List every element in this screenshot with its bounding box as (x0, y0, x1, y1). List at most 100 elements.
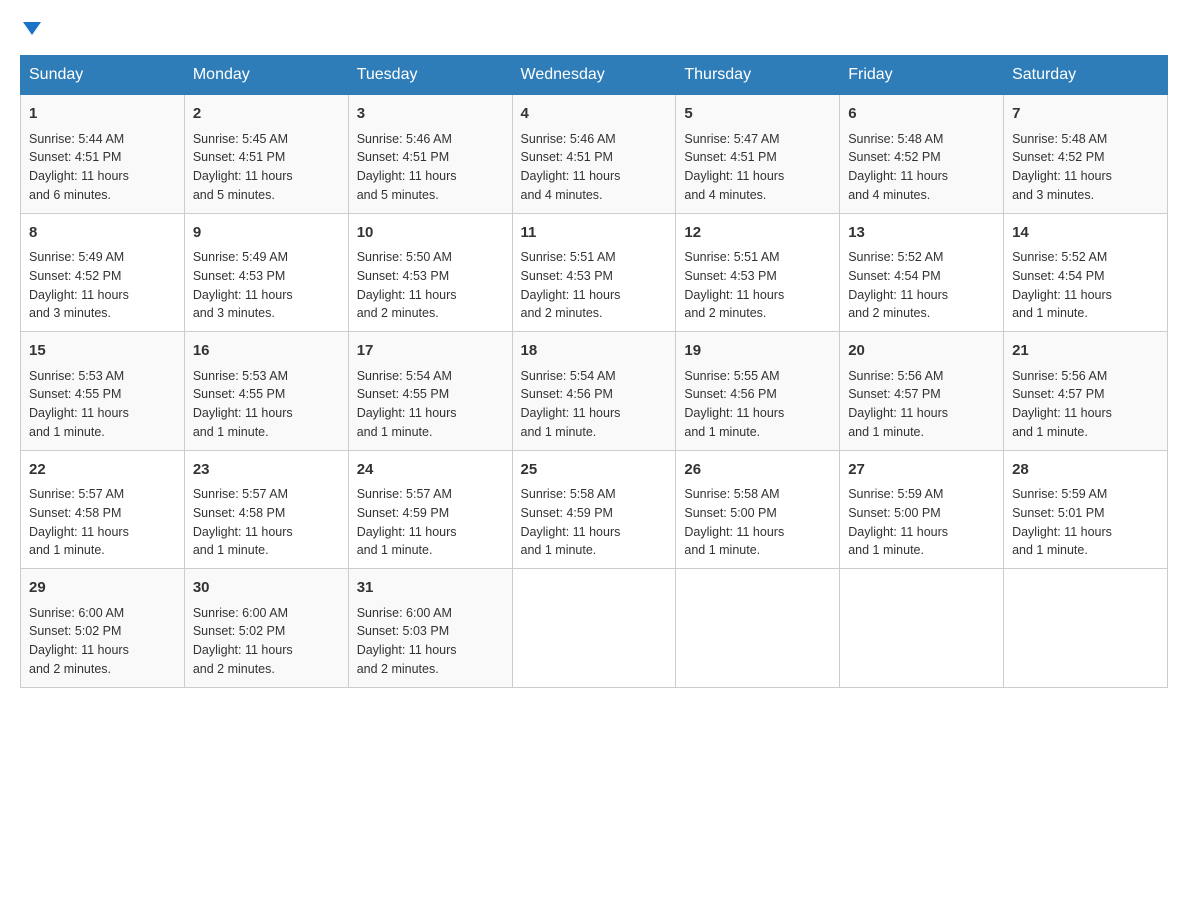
day-number: 22 (29, 459, 176, 482)
calendar-cell: 9Sunrise: 5:49 AMSunset: 4:53 PMDaylight… (184, 213, 348, 332)
week-row-2: 8Sunrise: 5:49 AMSunset: 4:52 PMDaylight… (21, 213, 1168, 332)
day-info: Sunrise: 5:55 AMSunset: 4:56 PMDaylight:… (684, 367, 831, 442)
day-info: Sunrise: 5:59 AMSunset: 5:00 PMDaylight:… (848, 485, 995, 560)
calendar-cell: 15Sunrise: 5:53 AMSunset: 4:55 PMDayligh… (21, 332, 185, 451)
calendar-cell: 29 Sunrise: 6:00 AMSunset: 5:02 PMDayligh… (21, 569, 185, 688)
calendar-header-row: SundayMondayTuesdayWednesdayThursdayFrid… (21, 56, 1168, 95)
calendar-cell (1004, 569, 1168, 688)
day-number: 30 (193, 577, 340, 600)
week-row-4: 22 Sunrise: 5:57 AMSunset: 4:58 PMDayligh… (21, 450, 1168, 569)
calendar-cell: 18 Sunrise: 5:54 AMSunset: 4:56 PMDayligh… (512, 332, 676, 451)
calendar-cell: 14 Sunrise: 5:52 AMSunset: 4:54 PMDayligh… (1004, 213, 1168, 332)
header-wednesday: Wednesday (512, 56, 676, 95)
day-number: 14 (1012, 222, 1159, 245)
calendar-cell: 2 Sunrise: 5:45 AMSunset: 4:51 PMDaylight… (184, 95, 348, 214)
header-tuesday: Tuesday (348, 56, 512, 95)
day-info: Sunrise: 5:46 AMSunset: 4:51 PMDaylight:… (521, 130, 668, 205)
day-number: 9 (193, 222, 340, 245)
day-number: 25 (521, 459, 668, 482)
day-info: Sunrise: 5:57 AMSunset: 4:58 PMDaylight:… (29, 485, 176, 560)
calendar-cell: 28 Sunrise: 5:59 AMSunset: 5:01 PMDayligh… (1004, 450, 1168, 569)
day-info: Sunrise: 5:52 AMSunset: 4:54 PMDaylight:… (848, 248, 995, 323)
day-number: 12 (684, 222, 831, 245)
day-number: 6 (848, 103, 995, 126)
day-number: 29 (29, 577, 176, 600)
day-info: Sunrise: 5:59 AMSunset: 5:01 PMDaylight:… (1012, 485, 1159, 560)
day-info: Sunrise: 5:58 AMSunset: 4:59 PMDaylight:… (521, 485, 668, 560)
day-number: 8 (29, 222, 176, 245)
calendar-cell: 4 Sunrise: 5:46 AMSunset: 4:51 PMDaylight… (512, 95, 676, 214)
day-number: 13 (848, 222, 995, 245)
day-info: Sunrise: 5:57 AMSunset: 4:59 PMDaylight:… (357, 485, 504, 560)
day-info: Sunrise: 5:48 AMSunset: 4:52 PMDaylight:… (848, 130, 995, 205)
day-info: Sunrise: 5:51 AMSunset: 4:53 PMDaylight:… (684, 248, 831, 323)
day-info: Sunrise: 5:58 AMSunset: 5:00 PMDaylight:… (684, 485, 831, 560)
day-number: 24 (357, 459, 504, 482)
calendar-cell: 22 Sunrise: 5:57 AMSunset: 4:58 PMDayligh… (21, 450, 185, 569)
calendar-cell: 26 Sunrise: 5:58 AMSunset: 5:00 PMDayligh… (676, 450, 840, 569)
calendar-cell: 1 Sunrise: 5:44 AMSunset: 4:51 PMDaylight… (21, 95, 185, 214)
day-info: Sunrise: 5:48 AMSunset: 4:52 PMDaylight:… (1012, 130, 1159, 205)
day-number: 3 (357, 103, 504, 126)
calendar-table: SundayMondayTuesdayWednesdayThursdayFrid… (20, 55, 1168, 688)
calendar-cell: 27Sunrise: 5:59 AMSunset: 5:00 PMDayligh… (840, 450, 1004, 569)
day-info: Sunrise: 5:54 AMSunset: 4:56 PMDaylight:… (521, 367, 668, 442)
calendar-cell: 16Sunrise: 5:53 AMSunset: 4:55 PMDayligh… (184, 332, 348, 451)
day-number: 7 (1012, 103, 1159, 126)
calendar-cell (512, 569, 676, 688)
day-info: Sunrise: 5:44 AMSunset: 4:51 PMDaylight:… (29, 130, 176, 205)
calendar-cell: 8Sunrise: 5:49 AMSunset: 4:52 PMDaylight… (21, 213, 185, 332)
calendar-cell: 30 Sunrise: 6:00 AMSunset: 5:02 PMDayligh… (184, 569, 348, 688)
header-thursday: Thursday (676, 56, 840, 95)
day-number: 31 (357, 577, 504, 600)
header-monday: Monday (184, 56, 348, 95)
logo (20, 20, 41, 35)
page-header (20, 20, 1168, 35)
calendar-cell (676, 569, 840, 688)
calendar-cell: 3 Sunrise: 5:46 AMSunset: 4:51 PMDaylight… (348, 95, 512, 214)
day-number: 21 (1012, 340, 1159, 363)
calendar-cell: 12 Sunrise: 5:51 AMSunset: 4:53 PMDayligh… (676, 213, 840, 332)
day-info: Sunrise: 5:54 AMSunset: 4:55 PMDaylight:… (357, 367, 504, 442)
day-info: Sunrise: 5:46 AMSunset: 4:51 PMDaylight:… (357, 130, 504, 205)
calendar-cell: 24 Sunrise: 5:57 AMSunset: 4:59 PMDayligh… (348, 450, 512, 569)
calendar-cell: 10Sunrise: 5:50 AMSunset: 4:53 PMDayligh… (348, 213, 512, 332)
calendar-cell: 7 Sunrise: 5:48 AMSunset: 4:52 PMDaylight… (1004, 95, 1168, 214)
day-number: 26 (684, 459, 831, 482)
day-number: 2 (193, 103, 340, 126)
day-number: 20 (848, 340, 995, 363)
day-info: Sunrise: 5:56 AMSunset: 4:57 PMDaylight:… (848, 367, 995, 442)
day-number: 4 (521, 103, 668, 126)
day-number: 18 (521, 340, 668, 363)
calendar-cell (840, 569, 1004, 688)
week-row-1: 1 Sunrise: 5:44 AMSunset: 4:51 PMDaylight… (21, 95, 1168, 214)
day-info: Sunrise: 5:50 AMSunset: 4:53 PMDaylight:… (357, 248, 504, 323)
day-number: 1 (29, 103, 176, 126)
day-number: 5 (684, 103, 831, 126)
calendar-cell: 23Sunrise: 5:57 AMSunset: 4:58 PMDayligh… (184, 450, 348, 569)
day-info: Sunrise: 5:52 AMSunset: 4:54 PMDaylight:… (1012, 248, 1159, 323)
calendar-cell: 5Sunrise: 5:47 AMSunset: 4:51 PMDaylight… (676, 95, 840, 214)
day-number: 16 (193, 340, 340, 363)
day-info: Sunrise: 5:45 AMSunset: 4:51 PMDaylight:… (193, 130, 340, 205)
calendar-cell: 11 Sunrise: 5:51 AMSunset: 4:53 PMDayligh… (512, 213, 676, 332)
week-row-5: 29 Sunrise: 6:00 AMSunset: 5:02 PMDayligh… (21, 569, 1168, 688)
day-number: 19 (684, 340, 831, 363)
logo-arrow-icon (23, 22, 41, 35)
day-info: Sunrise: 5:51 AMSunset: 4:53 PMDaylight:… (521, 248, 668, 323)
day-info: Sunrise: 6:00 AMSunset: 5:03 PMDaylight:… (357, 604, 504, 679)
calendar-cell: 31 Sunrise: 6:00 AMSunset: 5:03 PMDayligh… (348, 569, 512, 688)
calendar-cell: 6 Sunrise: 5:48 AMSunset: 4:52 PMDaylight… (840, 95, 1004, 214)
day-info: Sunrise: 5:56 AMSunset: 4:57 PMDaylight:… (1012, 367, 1159, 442)
calendar-cell: 25 Sunrise: 5:58 AMSunset: 4:59 PMDayligh… (512, 450, 676, 569)
calendar-cell: 21 Sunrise: 5:56 AMSunset: 4:57 PMDayligh… (1004, 332, 1168, 451)
header-sunday: Sunday (21, 56, 185, 95)
day-number: 28 (1012, 459, 1159, 482)
day-number: 11 (521, 222, 668, 245)
calendar-cell: 19 Sunrise: 5:55 AMSunset: 4:56 PMDayligh… (676, 332, 840, 451)
day-info: Sunrise: 6:00 AMSunset: 5:02 PMDaylight:… (29, 604, 176, 679)
day-number: 15 (29, 340, 176, 363)
day-number: 23 (193, 459, 340, 482)
day-info: Sunrise: 6:00 AMSunset: 5:02 PMDaylight:… (193, 604, 340, 679)
calendar-cell: 13 Sunrise: 5:52 AMSunset: 4:54 PMDayligh… (840, 213, 1004, 332)
